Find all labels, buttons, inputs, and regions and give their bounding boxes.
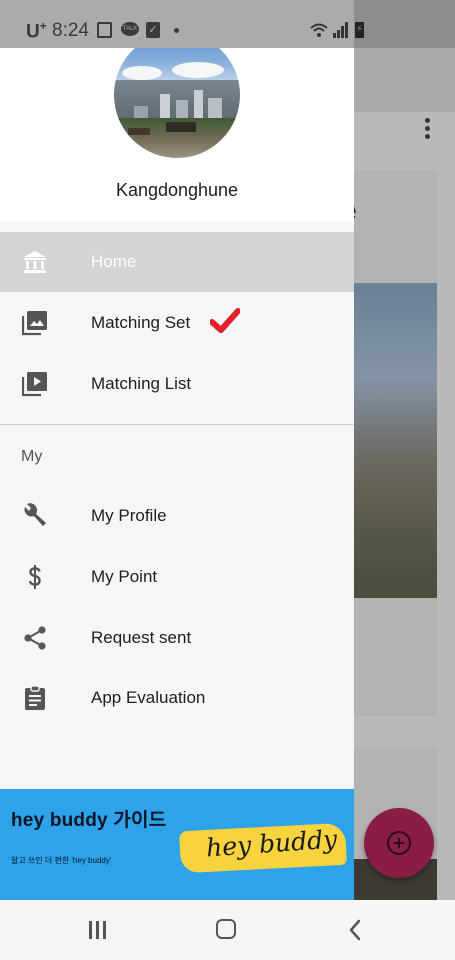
system-nav-bar: [0, 900, 455, 960]
menu-item-request-sent[interactable]: Request sent: [0, 608, 354, 668]
add-fab-button: [364, 808, 434, 878]
menu-label-matching-list: Matching List: [91, 374, 192, 393]
menu-label-app-evaluation: App Evaluation: [91, 688, 206, 707]
back-button[interactable]: [347, 918, 363, 942]
user-name: Kangdonghune: [115, 180, 239, 200]
menu-label-my-profile: My Profile: [91, 506, 167, 525]
section-header-my: My: [21, 448, 43, 465]
banner-title: hey buddy 가이드: [11, 810, 167, 831]
check-icon: ✓: [146, 22, 160, 38]
status-bar: U+ 8:24 TALK ✓ ⚡: [0, 0, 455, 48]
signal-icon: [333, 22, 349, 38]
add-circle-icon: [387, 831, 411, 855]
bank-icon: [24, 251, 46, 273]
battery-charging-icon: ⚡: [355, 22, 364, 38]
menu-item-app-evaluation[interactable]: App Evaluation: [0, 668, 354, 728]
home-button[interactable]: [216, 919, 236, 939]
banner-subtitle: 알고 쓰인 더 편한 'hey buddy': [11, 856, 112, 865]
wifi-icon: [310, 22, 328, 38]
menu-item-my-profile[interactable]: My Profile: [0, 486, 354, 546]
status-clock: 8:24: [52, 20, 89, 41]
carrier-label: U+: [26, 19, 47, 43]
menu-item-matching-set[interactable]: Matching Set: [0, 293, 354, 353]
drawer-divider: [0, 424, 354, 425]
menu-label-matching-set: Matching Set: [91, 313, 191, 332]
talk-icon: TALK: [121, 22, 139, 36]
photo-library-icon: [22, 311, 47, 336]
menu-item-home[interactable]: Home: [0, 232, 354, 292]
menu-label-home: Home: [91, 252, 137, 271]
dollar-icon: [28, 565, 41, 589]
menu-item-matching-list[interactable]: Matching List: [0, 354, 354, 414]
wrench-icon: [24, 503, 46, 526]
dot-icon: [174, 28, 179, 33]
menu-label-request-sent: Request sent: [91, 628, 192, 647]
share-icon: [24, 626, 46, 650]
more-options-icon: [418, 116, 436, 144]
menu-item-my-point[interactable]: My Point: [0, 547, 354, 607]
checkmark-icon: [210, 308, 240, 333]
drawer-header: Kangdonghune: [0, 48, 354, 221]
menu-label-my-point: My Point: [91, 567, 158, 586]
clipboard-icon: [25, 685, 45, 710]
guide-banner[interactable]: hey buddy 가이드 알고 쓰인 더 편한 'hey buddy' hey…: [0, 789, 354, 900]
avatar[interactable]: [114, 48, 240, 158]
video-library-icon: [22, 372, 47, 397]
recent-apps-button[interactable]: [89, 921, 109, 939]
navigation-drawer: Kangdonghune Home Matching Set Matching …: [0, 48, 354, 900]
gallery-icon: [97, 22, 112, 38]
